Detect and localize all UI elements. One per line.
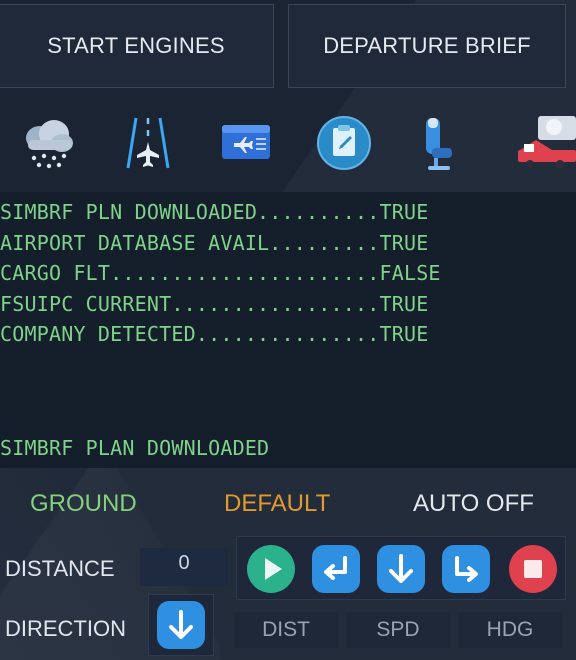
turn-right-button[interactable] <box>440 543 492 595</box>
runway-aircraft-icon[interactable] <box>118 110 178 176</box>
terminal-line: SIMBRF PLN DOWNLOADED..........TRUE <box>0 200 429 224</box>
terminal-line: COMPANY DETECTED...............TRUE <box>0 322 429 346</box>
tab-hdg[interactable]: HDG <box>458 612 562 648</box>
pushback-control-bar <box>236 536 566 600</box>
stop-button[interactable] <box>507 543 559 595</box>
passenger-seat-icon[interactable] <box>412 110 472 176</box>
distance-label: DISTANCE <box>5 556 115 581</box>
weather-snow-cloud-icon[interactable] <box>18 110 78 176</box>
direction-button[interactable] <box>148 594 214 656</box>
direction-label: DIRECTION <box>5 616 126 641</box>
default-mode-toggle[interactable]: DEFAULT <box>224 490 330 518</box>
ground-mode-toggle[interactable]: GROUND <box>30 490 137 518</box>
distance-input[interactable]: 0 <box>140 548 228 586</box>
terminal-status-line: SIMBRF PLAN DOWNLOADED <box>0 436 270 460</box>
catering-truck-icon[interactable] <box>516 110 576 176</box>
service-icon-row <box>0 110 576 176</box>
clipboard-icon[interactable] <box>314 110 374 176</box>
return-arrow-icon <box>312 545 360 593</box>
terminal-line: CARGO FLT......................FALSE <box>0 261 441 285</box>
tab-spd[interactable]: SPD <box>346 612 450 648</box>
start-engines-button[interactable]: START ENGINES <box>0 4 274 88</box>
arrow-down-icon <box>157 601 205 649</box>
terminal-line: AIRPORT DATABASE AVAIL.........TRUE <box>0 231 429 255</box>
auto-mode-toggle[interactable]: AUTO OFF <box>413 490 534 518</box>
down-button[interactable] <box>375 543 427 595</box>
status-terminal: SIMBRF PLN DOWNLOADED..........TRUE AIRP… <box>0 192 576 468</box>
stop-icon <box>509 545 557 593</box>
tab-dist[interactable]: DIST <box>234 612 338 648</box>
play-button[interactable] <box>245 543 297 595</box>
play-icon <box>247 545 295 593</box>
straight-back-button[interactable] <box>310 543 362 595</box>
terminal-line: FSUIPC CURRENT.................TRUE <box>0 292 429 316</box>
turn-right-arrow-icon <box>442 545 490 593</box>
departure-brief-button[interactable]: DEPARTURE BRIEF <box>288 4 566 88</box>
arrow-down-icon <box>377 545 425 593</box>
boarding-pass-icon[interactable] <box>216 110 276 176</box>
